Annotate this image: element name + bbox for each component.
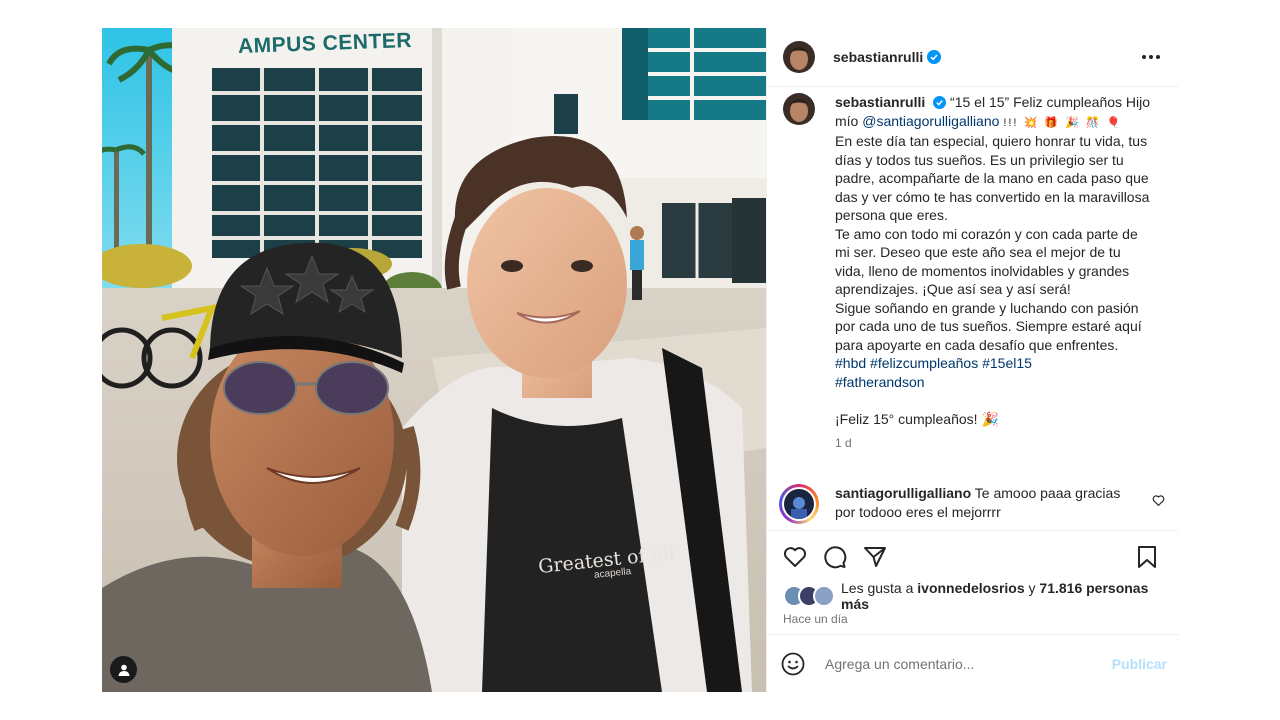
hashtag-link[interactable]: #hbd [835, 355, 866, 371]
hashtags-line: #hbd #felizcumpleaños #15el15 #fatherand… [835, 354, 1153, 391]
caption-paragraph-3: Sigue soñando en grande y luchando con p… [835, 299, 1142, 353]
liker-username[interactable]: ivonnedelosrios [917, 580, 1024, 596]
caption-title: “15 el 15” [950, 94, 1010, 110]
photo-illustration [102, 28, 766, 692]
publish-button[interactable]: Publicar [1112, 656, 1167, 672]
author-avatar[interactable] [783, 41, 815, 73]
liker-avatar [813, 585, 835, 607]
post-caption: sebastianrulli “15 el 15” Feliz cumpleañ… [783, 87, 1164, 453]
comment-bubble-icon [824, 546, 847, 569]
comment-item: santiagorulligalliano Te amooo paaa grac… [779, 484, 1165, 524]
bookmark-icon [1138, 546, 1156, 568]
caption-author-avatar[interactable] [783, 93, 815, 125]
comment-button[interactable] [823, 545, 847, 569]
story-ring[interactable] [779, 484, 819, 524]
author-username[interactable]: sebastianrulli [833, 49, 923, 65]
more-dots-icon [1142, 55, 1146, 59]
paper-plane-icon [864, 547, 886, 567]
post-photo[interactable]: AMPUS CENTER Greatest of all acapella [102, 28, 766, 692]
tagged-people-button[interactable] [110, 656, 137, 683]
save-button[interactable] [1136, 545, 1158, 569]
likes-summary: Les gusta a ivonnedelosrios y 71.816 per… [767, 580, 1178, 612]
caption-closing: ¡Feliz 15° cumpleaños! 🎉 [835, 410, 999, 427]
person-icon [118, 664, 129, 676]
liker-avatars [783, 585, 835, 607]
more-options-button[interactable] [1138, 51, 1164, 63]
hashtag-link[interactable]: #felizcumpleaños [870, 355, 978, 371]
instagram-post: AMPUS CENTER Greatest of all acapella se… [102, 28, 1179, 692]
hashtag-link[interactable]: #fatherandson [835, 374, 925, 390]
caption-username[interactable]: sebastianrulli [835, 94, 925, 110]
caption-paragraph-1: En este día tan especial, quiero honrar … [835, 133, 1150, 223]
caption-body: sebastianrulli “15 el 15” Feliz cumpleañ… [835, 93, 1153, 453]
verified-badge-icon [933, 96, 947, 109]
comment-input[interactable] [823, 654, 1107, 673]
post-side-panel: sebastianrulli sebastianrulli “15 el 15”… [766, 28, 1179, 692]
mention-link[interactable]: @santiagorulligalliano [862, 113, 999, 129]
post-date[interactable]: Hace un día [767, 609, 1178, 631]
caption-timestamp[interactable]: 1 d [835, 434, 1153, 453]
caption-emojis: !!! 💥 🎁 🎉 🎊 🎈 [1003, 116, 1123, 129]
post-header: sebastianrulli [767, 28, 1178, 87]
hashtag-link[interactable]: #15el15 [982, 355, 1032, 371]
heart-icon [783, 547, 807, 567]
comments-area: sebastianrulli “15 el 15” Feliz cumpleañ… [767, 87, 1178, 530]
commenter-username[interactable]: santiagorulligalliano [835, 485, 971, 501]
verified-badge-icon [927, 50, 942, 64]
likes-text: Les gusta a ivonnedelosrios y 71.816 per… [841, 580, 1149, 612]
like-button[interactable] [783, 545, 807, 569]
comment-text: santiagorulligalliano Te amooo paaa grac… [835, 484, 1135, 524]
comment-like-icon[interactable] [1152, 494, 1165, 507]
emoji-icon[interactable] [781, 652, 805, 676]
post-actions-bar [767, 530, 1178, 583]
caption-paragraph-2: Te amo con todo mi corazón y con cada pa… [835, 225, 1138, 298]
commenter-avatar [784, 489, 814, 519]
add-comment-bar: Publicar [767, 634, 1179, 692]
share-button[interactable] [863, 545, 887, 569]
